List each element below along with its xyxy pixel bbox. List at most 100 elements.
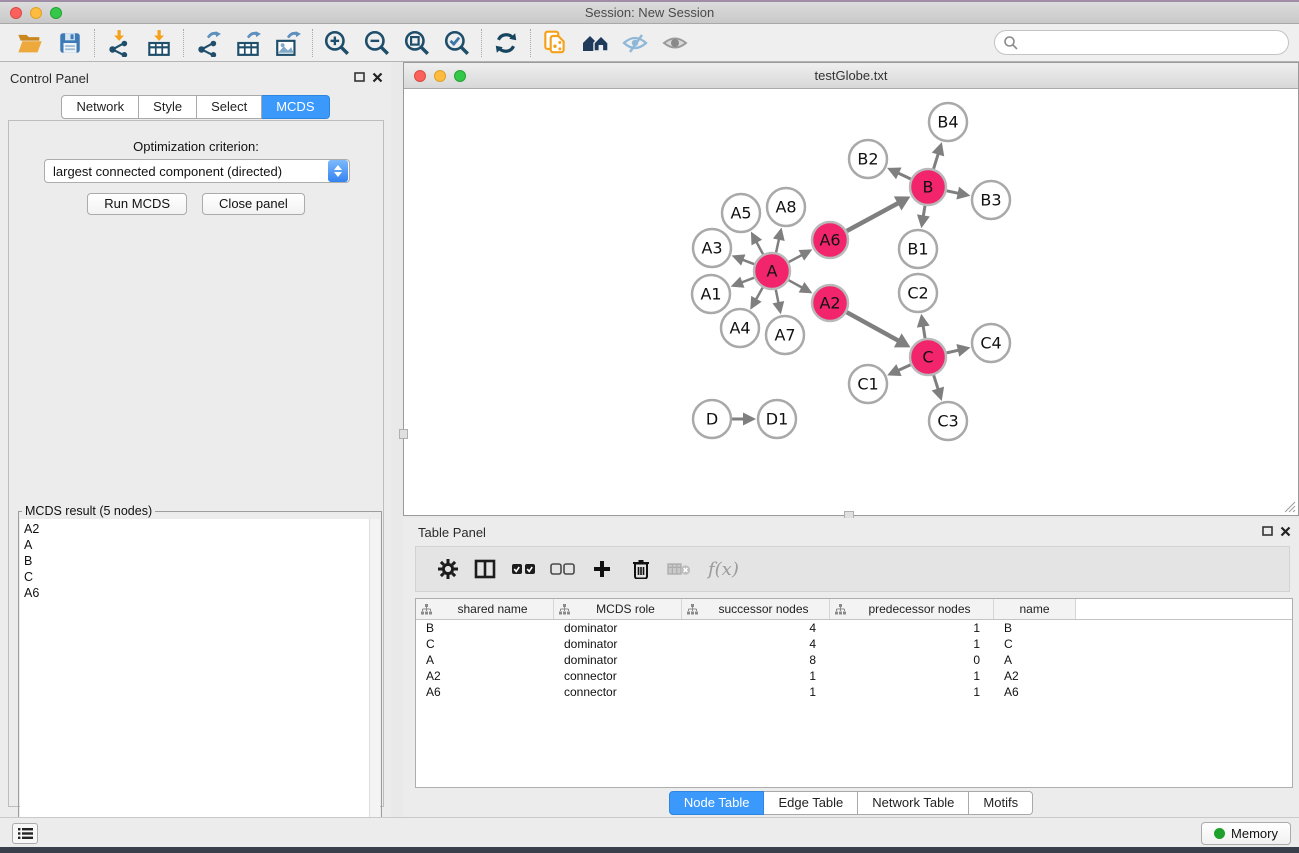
tab-network-table[interactable]: Network Table bbox=[858, 791, 969, 815]
cell-predecessor-nodes[interactable]: 1 bbox=[830, 685, 994, 699]
tab-select[interactable]: Select bbox=[197, 95, 262, 119]
edge-A-A2[interactable] bbox=[789, 280, 804, 288]
edge-C-C4[interactable] bbox=[947, 350, 960, 353]
edge-B-B4[interactable] bbox=[934, 153, 939, 169]
edge-A6-B[interactable] bbox=[847, 202, 900, 231]
mcds-result-item[interactable]: B bbox=[24, 553, 380, 569]
select-all-button[interactable] bbox=[504, 549, 544, 589]
tab-edge-table[interactable]: Edge Table bbox=[764, 791, 858, 815]
float-panel-icon[interactable] bbox=[1262, 526, 1273, 537]
column-header-MCDS-role[interactable]: MCDS role bbox=[554, 599, 682, 619]
import-network-button[interactable] bbox=[99, 27, 139, 59]
column-header-successor-nodes[interactable]: successor nodes bbox=[682, 599, 830, 619]
deselect-all-button[interactable] bbox=[544, 549, 582, 589]
close-panel-button[interactable]: Close panel bbox=[202, 193, 305, 215]
cell-successor-nodes[interactable]: 4 bbox=[682, 621, 830, 635]
table-row[interactable]: A6connector11A6 bbox=[416, 684, 1292, 700]
network-graph[interactable]: B4B2BB3A8A5A6B1A3AC2A1A2A4A7C4CC1C3DD1 bbox=[404, 90, 1298, 515]
preview-button[interactable] bbox=[655, 27, 695, 59]
table-row[interactable]: Adominator80A bbox=[416, 652, 1292, 668]
cell-predecessor-nodes[interactable]: 1 bbox=[830, 637, 994, 651]
open-session-button[interactable] bbox=[10, 27, 50, 59]
cell-successor-nodes[interactable]: 8 bbox=[682, 653, 830, 667]
cell-name[interactable]: A bbox=[994, 653, 1076, 667]
cell-shared-name[interactable]: A bbox=[416, 653, 554, 667]
run-mcds-button[interactable]: Run MCDS bbox=[87, 193, 187, 215]
cell-successor-nodes[interactable]: 1 bbox=[682, 669, 830, 683]
edge-C-C1[interactable] bbox=[897, 365, 910, 371]
home-button[interactable] bbox=[575, 27, 615, 59]
export-table-button[interactable] bbox=[228, 27, 268, 59]
cell-shared-name[interactable]: B bbox=[416, 621, 554, 635]
tab-node-table[interactable]: Node Table bbox=[669, 791, 765, 815]
edge-C-C2[interactable] bbox=[923, 325, 925, 339]
function-builder-button[interactable]: f(x) bbox=[698, 559, 739, 580]
left-edge-grip[interactable] bbox=[399, 429, 408, 439]
edge-A-A7[interactable] bbox=[776, 290, 779, 305]
cell-MCDS-role[interactable]: connector bbox=[554, 669, 682, 683]
edge-A2-C[interactable] bbox=[847, 312, 900, 341]
show-column-panel-button[interactable] bbox=[466, 549, 504, 589]
cell-shared-name[interactable]: A6 bbox=[416, 685, 554, 699]
network-canvas[interactable]: B4B2BB3A8A5A6B1A3AC2A1A2A4A7C4CC1C3DD1 bbox=[404, 90, 1298, 515]
cell-MCDS-role[interactable]: dominator bbox=[554, 637, 682, 651]
network-window-titlebar[interactable]: testGlobe.txt bbox=[404, 63, 1298, 89]
tab-mcds[interactable]: MCDS bbox=[262, 95, 329, 119]
cell-successor-nodes[interactable]: 1 bbox=[682, 685, 830, 699]
cell-name[interactable]: B bbox=[994, 621, 1076, 635]
edge-C-C3[interactable] bbox=[934, 375, 939, 390]
copy-network-button[interactable] bbox=[535, 27, 575, 59]
close-panel-icon[interactable] bbox=[1280, 526, 1291, 537]
table-settings-button[interactable] bbox=[430, 549, 466, 589]
table-row[interactable]: Cdominator41C bbox=[416, 636, 1292, 652]
edge-A-A8[interactable] bbox=[776, 238, 779, 253]
zoom-selected-button[interactable] bbox=[437, 27, 477, 59]
resize-grip-icon[interactable] bbox=[1282, 499, 1296, 513]
mcds-result-item[interactable]: A2 bbox=[24, 521, 380, 537]
save-session-button[interactable] bbox=[50, 27, 90, 59]
column-header-shared-name[interactable]: shared name bbox=[416, 599, 554, 619]
edge-A-A4[interactable] bbox=[755, 288, 762, 301]
column-header-predecessor-nodes[interactable]: predecessor nodes bbox=[830, 599, 994, 619]
edge-A-A6[interactable] bbox=[789, 254, 803, 262]
cell-name[interactable]: A6 bbox=[994, 685, 1076, 699]
delete-column-button[interactable] bbox=[622, 549, 660, 589]
import-table-button[interactable] bbox=[139, 27, 179, 59]
edge-A-A5[interactable] bbox=[756, 241, 763, 254]
cell-name[interactable]: C bbox=[994, 637, 1076, 651]
task-history-button[interactable] bbox=[12, 823, 38, 844]
column-header-name[interactable]: name bbox=[994, 599, 1076, 619]
zoom-out-button[interactable] bbox=[357, 27, 397, 59]
mcds-result-scrollbar[interactable] bbox=[369, 519, 380, 849]
table-row[interactable]: A2connector11A2 bbox=[416, 668, 1292, 684]
tab-network[interactable]: Network bbox=[61, 95, 139, 119]
export-network-button[interactable] bbox=[188, 27, 228, 59]
tab-motifs[interactable]: Motifs bbox=[969, 791, 1033, 815]
cell-MCDS-role[interactable]: dominator bbox=[554, 653, 682, 667]
edge-A-A3[interactable] bbox=[741, 259, 754, 264]
cell-successor-nodes[interactable]: 4 bbox=[682, 637, 830, 651]
cell-name[interactable]: A2 bbox=[994, 669, 1076, 683]
mcds-result-list[interactable]: A2ABCA6 bbox=[20, 519, 380, 849]
add-column-button[interactable] bbox=[582, 549, 622, 589]
zoom-in-button[interactable] bbox=[317, 27, 357, 59]
export-image-button[interactable] bbox=[268, 27, 308, 59]
close-panel-icon[interactable] bbox=[372, 72, 383, 83]
apply-layout-button[interactable] bbox=[486, 27, 526, 59]
memory-button[interactable]: Memory bbox=[1201, 822, 1291, 845]
mcds-result-item[interactable]: A6 bbox=[24, 585, 380, 601]
mcds-result-item[interactable]: A bbox=[24, 537, 380, 553]
delete-table-button[interactable] bbox=[660, 549, 698, 589]
cell-MCDS-role[interactable]: connector bbox=[554, 685, 682, 699]
cell-predecessor-nodes[interactable]: 1 bbox=[830, 669, 994, 683]
cell-predecessor-nodes[interactable]: 1 bbox=[830, 621, 994, 635]
cell-MCDS-role[interactable]: dominator bbox=[554, 621, 682, 635]
edge-B-B2[interactable] bbox=[897, 173, 911, 179]
node-table[interactable]: shared nameMCDS rolesuccessor nodesprede… bbox=[415, 598, 1293, 788]
float-panel-icon[interactable] bbox=[354, 72, 365, 83]
search-input[interactable] bbox=[994, 30, 1289, 55]
hide-preview-button[interactable] bbox=[615, 27, 655, 59]
tab-style[interactable]: Style bbox=[139, 95, 197, 119]
mcds-result-item[interactable]: C bbox=[24, 569, 380, 585]
edge-A-A1[interactable] bbox=[740, 278, 754, 283]
